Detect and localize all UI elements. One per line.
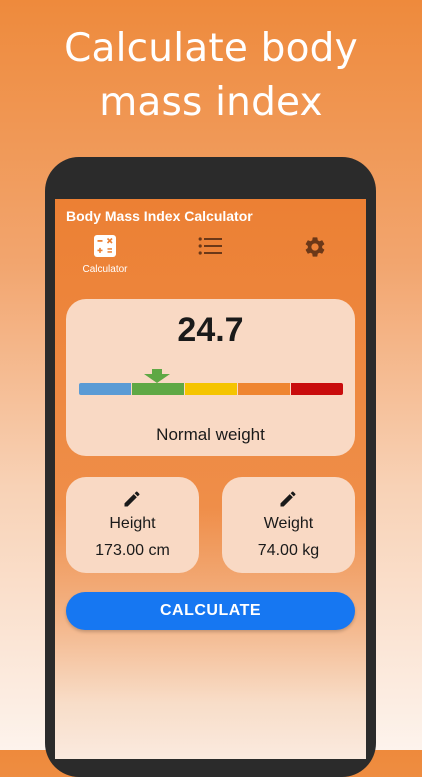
bmi-scale-segment xyxy=(79,383,131,395)
bmi-pointer-arrow-icon xyxy=(144,369,170,383)
pointer-stem xyxy=(152,369,162,374)
promo-headline: Calculate body mass index xyxy=(0,22,422,130)
app-screen: Body Mass Index Calculator Calculator 24… xyxy=(55,199,366,759)
tab-history[interactable] xyxy=(175,235,245,262)
gear-icon xyxy=(305,237,325,257)
height-label: Height xyxy=(109,515,156,532)
tab-calculator[interactable]: Calculator xyxy=(70,235,140,275)
bmi-scale-segment xyxy=(185,383,237,395)
weight-label: Weight xyxy=(263,515,314,532)
weight-card[interactable]: Weight 74.00 kg xyxy=(222,477,355,573)
bmi-category: Normal weight xyxy=(156,425,265,444)
tab-calculator-label: Calculator xyxy=(82,264,128,275)
promo-headline-line2: mass index xyxy=(99,80,323,125)
tab-bar: Calculator xyxy=(55,233,366,285)
pointer-head xyxy=(144,374,170,383)
calculator-icon xyxy=(94,235,116,257)
phone-frame: Body Mass Index Calculator Calculator 24… xyxy=(45,157,376,777)
app-bar: Body Mass Index Calculator xyxy=(55,199,366,233)
bmi-scale-segment xyxy=(238,383,290,395)
bmi-scale-segment xyxy=(291,383,343,395)
tab-settings[interactable] xyxy=(280,235,350,264)
height-card[interactable]: Height 173.00 cm xyxy=(66,477,199,573)
promo-headline-line1: Calculate body xyxy=(64,26,358,71)
list-icon xyxy=(198,237,222,255)
bmi-scale xyxy=(79,383,343,395)
weight-value: 74.00 kg xyxy=(257,542,320,559)
calculate-button[interactable]: CALCULATE xyxy=(66,592,355,630)
bmi-scale-segment xyxy=(132,383,184,395)
bmi-result-card: 24.7 Normal weight xyxy=(66,299,355,456)
edit-pencil-icon xyxy=(280,491,296,507)
bmi-value: 24.7 xyxy=(177,311,244,349)
app-title: Body Mass Index Calculator xyxy=(66,208,253,224)
edit-pencil-icon xyxy=(124,491,140,507)
height-value: 173.00 cm xyxy=(95,542,170,559)
